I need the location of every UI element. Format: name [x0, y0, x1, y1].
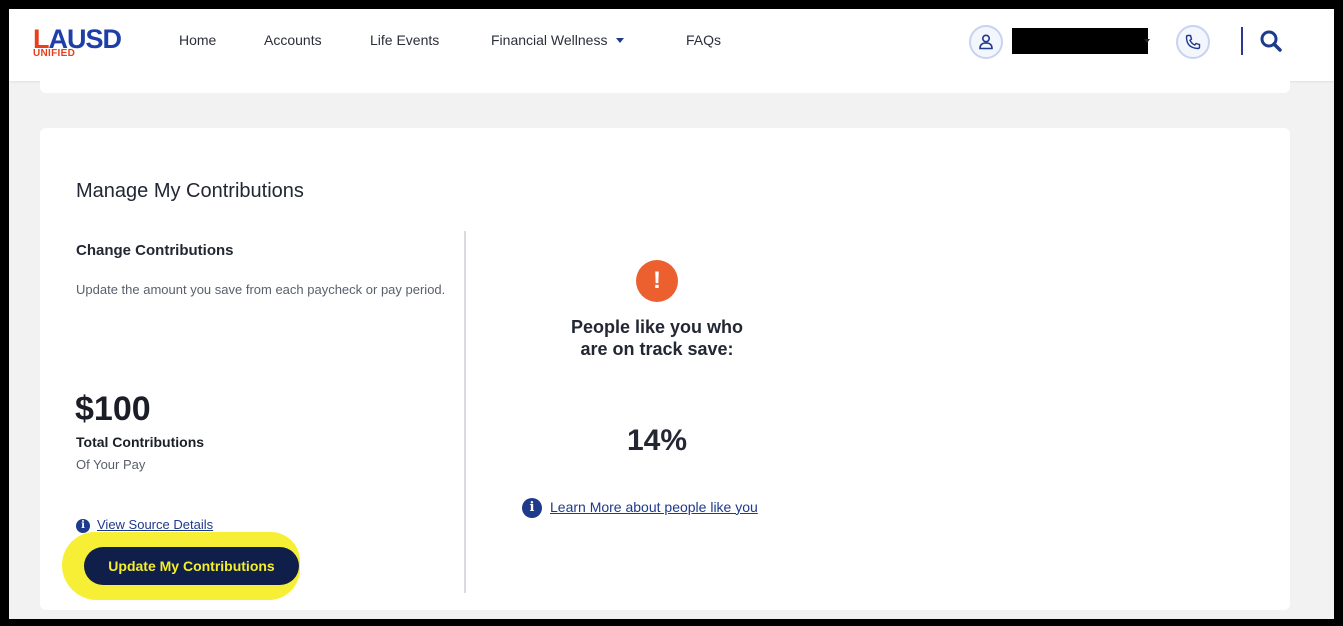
top-header: LAUSD UNIFIED Home Accounts Life Events … — [9, 9, 1334, 81]
info-icon: i — [76, 518, 90, 533]
manage-contributions-card: Manage My Contributions Change Contribut… — [40, 128, 1290, 610]
contribution-amount: $100 — [75, 390, 151, 428]
column-divider — [464, 231, 466, 593]
nav-item-financial-wellness[interactable]: Financial Wellness — [491, 32, 625, 48]
nav-item-faqs[interactable]: FAQs — [686, 32, 721, 48]
info-icon: i — [522, 498, 542, 518]
total-contributions-label: Total Contributions — [76, 434, 205, 450]
nav-item-life-events[interactable]: Life Events — [370, 32, 439, 48]
logo-subtitle: UNIFIED — [33, 48, 76, 59]
phone-icon[interactable] — [1176, 25, 1210, 59]
nav-item-label: Financial Wellness — [491, 32, 608, 48]
view-source-link[interactable]: View Source Details — [97, 517, 213, 532]
search-icon[interactable] — [1257, 27, 1285, 55]
redacted-username[interactable] — [1012, 28, 1148, 54]
people-text-line-2: are on track save: — [580, 339, 734, 359]
section-title: Change Contributions — [76, 242, 234, 259]
user-dropdown-caret-icon[interactable] — [1144, 39, 1150, 43]
card-title: Manage My Contributions — [76, 180, 304, 202]
people-text-line-1: People like you who — [570, 317, 744, 337]
user-glyph — [979, 34, 993, 50]
section-description: Update the amount you save from each pay… — [76, 282, 446, 297]
nav-item-home[interactable]: Home — [179, 32, 216, 48]
previous-card-edge — [40, 81, 1290, 93]
view-source-details: i View Source Details — [76, 517, 213, 533]
chevron-down-icon — [616, 38, 625, 43]
learn-more-link[interactable]: Learn More about people like you — [550, 499, 758, 515]
search-glyph — [1260, 30, 1282, 52]
alert-icon: ! — [636, 260, 678, 302]
lausd-logo[interactable]: LAUSD UNIFIED — [33, 24, 153, 64]
people-like-you-text: People like you who are on track save: — [537, 316, 777, 360]
total-contributions-sublabel: Of Your Pay — [76, 457, 146, 472]
nav-item-accounts[interactable]: Accounts — [264, 32, 322, 48]
update-contributions-button[interactable]: Update My Contributions — [84, 547, 299, 585]
user-icon[interactable] — [969, 25, 1003, 59]
on-track-percent: 14% — [626, 424, 688, 457]
phone-glyph — [1185, 34, 1201, 50]
app-frame: LAUSD UNIFIED Home Accounts Life Events … — [9, 9, 1334, 619]
learn-more: i Learn More about people like you — [522, 498, 758, 518]
header-divider — [1241, 27, 1243, 55]
